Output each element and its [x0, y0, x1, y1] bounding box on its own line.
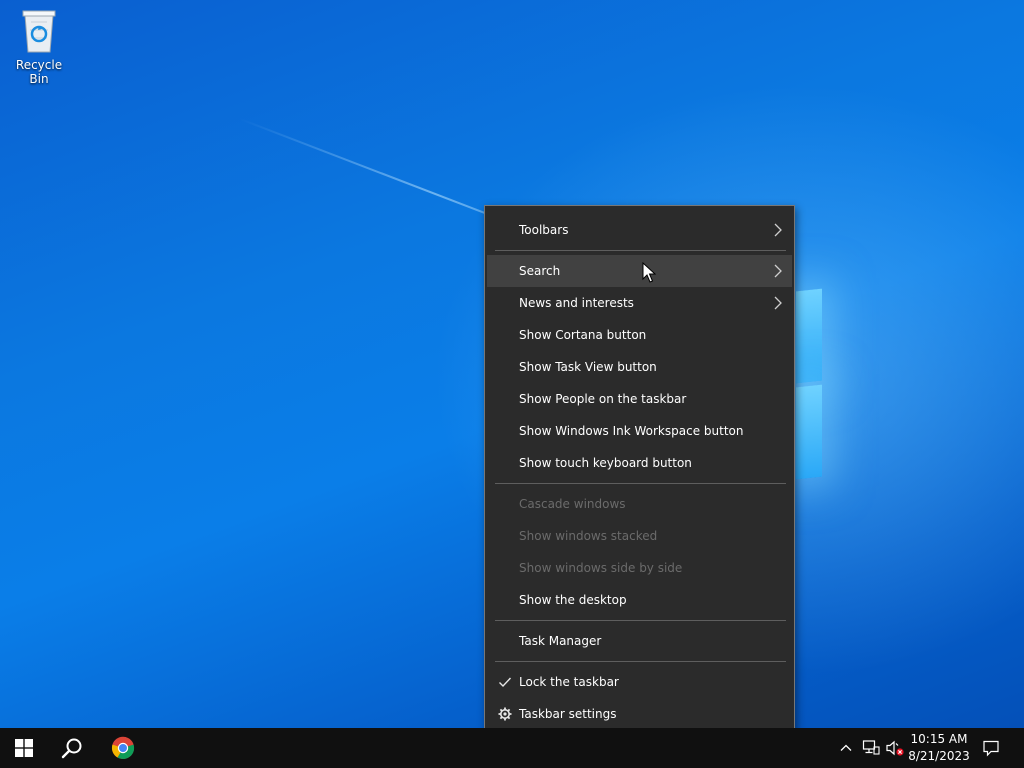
menu-item-cascade-windows: Cascade windows [487, 488, 792, 520]
menu-item-toolbars[interactable]: Toolbars [487, 214, 792, 246]
network-icon [862, 740, 880, 755]
clock-date: 8/21/2023 [908, 749, 970, 763]
recycle-bin-icon [22, 10, 56, 53]
chevron-right-icon [774, 223, 782, 237]
chrome-taskbar-button[interactable] [99, 728, 147, 768]
menu-item-show-cortana-button[interactable]: Show Cortana button [487, 319, 792, 351]
menu-item-show-people[interactable]: Show People on the taskbar [487, 383, 792, 415]
menu-item-show-task-view-button[interactable]: Show Task View button [487, 351, 792, 383]
chevron-right-icon [774, 296, 782, 310]
menu-item-show-the-desktop[interactable]: Show the desktop [487, 584, 792, 616]
taskbar[interactable]: 10:15 AM 8/21/2023 [0, 728, 1024, 768]
menu-item-label: Show windows side by side [519, 561, 683, 575]
menu-separator [495, 250, 786, 251]
clock-time: 10:15 AM [910, 732, 968, 746]
desktop-icon-label: Recycle Bin [15, 58, 63, 86]
menu-item-news-and-interests[interactable]: News and interests [487, 287, 792, 319]
menu-separator [495, 620, 786, 621]
menu-item-label: Show the desktop [519, 593, 627, 607]
menu-item-label: Search [519, 264, 561, 278]
menu-separator [495, 661, 786, 662]
menu-item-label: Show Task View button [519, 360, 657, 374]
menu-separator [495, 483, 786, 484]
menu-item-label: Toolbars [519, 223, 569, 237]
menu-item-search[interactable]: Search [487, 255, 792, 287]
menu-item-label: Show windows stacked [519, 529, 658, 543]
menu-item-show-windows-stacked: Show windows stacked [487, 520, 792, 552]
menu-item-label: Cascade windows [519, 497, 626, 511]
network-tray-button[interactable] [861, 738, 881, 758]
menu-item-label: Show touch keyboard button [519, 456, 692, 470]
search-icon [61, 738, 82, 759]
menu-item-show-windows-side-by-side: Show windows side by side [487, 552, 792, 584]
menu-item-show-touch-keyboard[interactable]: Show touch keyboard button [487, 447, 792, 479]
volume-tray-button[interactable] [885, 738, 905, 758]
menu-item-lock-the-taskbar[interactable]: Lock the taskbar [487, 666, 792, 698]
wallpaper-windows-logo [796, 288, 826, 480]
menu-item-label: Show Cortana button [519, 328, 647, 342]
mouse-pointer-icon [642, 262, 656, 283]
menu-item-task-manager[interactable]: Task Manager [487, 625, 792, 657]
menu-item-label: Task Manager [519, 634, 602, 648]
menu-item-label: Show Windows Ink Workspace button [519, 424, 744, 438]
taskbar-clock[interactable]: 10:15 AM 8/21/2023 [906, 731, 972, 765]
chevron-up-icon [840, 744, 852, 751]
menu-item-taskbar-settings[interactable]: Taskbar settings [487, 698, 792, 730]
chrome-icon [111, 736, 135, 760]
search-button[interactable] [48, 728, 96, 768]
taskbar-context-menu: Toolbars Search News and interests Show … [484, 205, 795, 737]
menu-item-label: Show People on the taskbar [519, 392, 687, 406]
action-center-button[interactable] [981, 738, 1001, 758]
windows-start-icon [15, 739, 33, 757]
chevron-right-icon [774, 264, 782, 278]
menu-item-label: Lock the taskbar [519, 675, 619, 689]
desktop-icon-recycle-bin[interactable]: Recycle Bin [6, 6, 72, 86]
start-button[interactable] [0, 728, 48, 768]
checkmark-icon [497, 674, 513, 690]
menu-item-show-windows-ink[interactable]: Show Windows Ink Workspace button [487, 415, 792, 447]
volume-muted-icon [886, 740, 904, 756]
action-center-icon [983, 740, 999, 757]
show-hidden-icons-button[interactable] [836, 738, 856, 758]
menu-item-label: News and interests [519, 296, 634, 310]
gear-icon [497, 706, 513, 722]
menu-item-label: Taskbar settings [519, 707, 617, 721]
